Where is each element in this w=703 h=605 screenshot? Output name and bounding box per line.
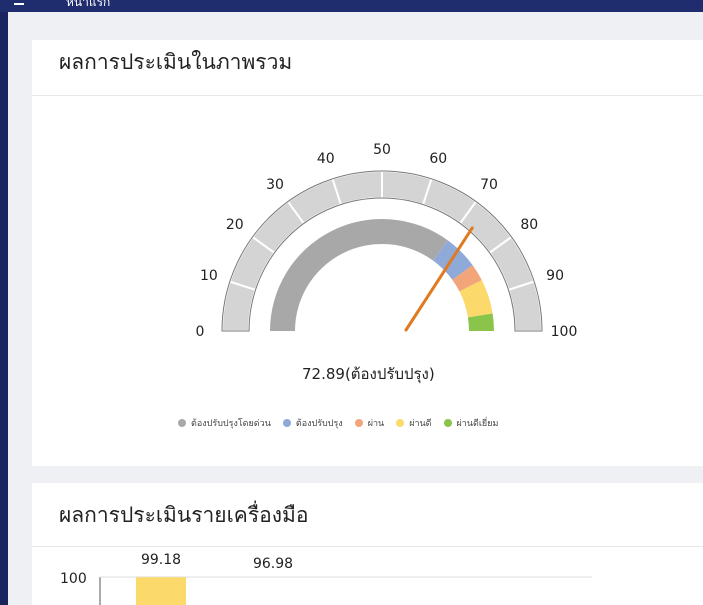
legend-label: ต้องปรับปรุงโดยด่วน <box>191 419 271 429</box>
gauge-tick-label: 90 <box>546 268 564 284</box>
main-content: ผลการประเมินในภาพรวม 0 10 20 30 40 50 60 70 80 90… <box>8 12 703 605</box>
tools-bar-chart: 100 99.18 96.98 <box>60 552 592 605</box>
menu-icon[interactable] <box>14 3 24 5</box>
overview-title: ผลการประเมินในภาพรวม <box>59 50 293 74</box>
overview-card: ผลการประเมินในภาพรวม 0 10 20 30 40 50 60 70 80 90… <box>32 40 703 466</box>
legend-label: ต้องปรับปรุง <box>295 419 343 429</box>
bar-value-label: 99.18 <box>141 552 181 568</box>
legend-label: ผ่านดีเยี่ยม <box>456 419 499 429</box>
legend-item[interactable]: ผ่านดี <box>396 416 432 430</box>
gauge-tick-label: 50 <box>373 142 391 158</box>
legend-marker <box>443 419 452 427</box>
legend-marker <box>282 419 291 427</box>
legend-item[interactable]: ต้องปรับปรุง <box>282 416 343 430</box>
gauge-tick-label: 0 <box>196 324 205 340</box>
tools-card-header: ผลการประเมินรายเครื่องมือ <box>32 483 703 547</box>
legend-label: ผ่าน <box>367 419 385 429</box>
topbar-title: หน้าแรก <box>66 0 111 9</box>
gauge-band <box>270 218 448 331</box>
tools-title: ผลการประเมินรายเครื่องมือ <box>59 503 309 527</box>
legend-label: ผ่านดี <box>409 419 432 429</box>
legend-marker <box>396 419 405 427</box>
gauge-tick-label: 10 <box>200 268 218 284</box>
tools-card: ผลการประเมินรายเครื่องมือ 100 99.18 96.98 <box>32 483 703 605</box>
gauge-tick-label: 100 <box>551 324 578 340</box>
gauge-tick-label: 30 <box>266 177 284 193</box>
top-bar: หน้าแรก <box>0 0 703 12</box>
gauge-tick-label: 70 <box>480 177 498 193</box>
legend-marker <box>354 419 363 427</box>
gauge-legend: ต้องปรับปรุงโดยด่วน ต้องปรับปรุง ผ่าน ผ่านด… <box>178 416 498 430</box>
legend-marker <box>178 419 186 427</box>
bar <box>136 577 186 605</box>
overview-card-header: ผลการประเมินในภาพรวม <box>32 40 703 96</box>
legend-item[interactable]: ผ่าน <box>354 416 385 430</box>
gauge-scale-segment <box>331 169 383 206</box>
gauge-tick-label: 20 <box>226 217 244 233</box>
legend-item[interactable]: ผ่านดีเยี่ยม <box>443 416 499 430</box>
y-tick-label: 100 <box>60 571 87 587</box>
gauge-tick-label: 60 <box>429 151 447 167</box>
gauge-tick-label: 80 <box>520 217 538 233</box>
bar-value-label: 96.98 <box>253 556 293 572</box>
legend-item[interactable]: ต้องปรับปรุงโดยด่วน <box>178 416 271 430</box>
gauge-tick-label: 40 <box>317 151 335 167</box>
gauge-scale-segment <box>507 280 544 332</box>
gauge-value-label: 72.89(ต้องปรับปรุง) <box>302 365 435 383</box>
